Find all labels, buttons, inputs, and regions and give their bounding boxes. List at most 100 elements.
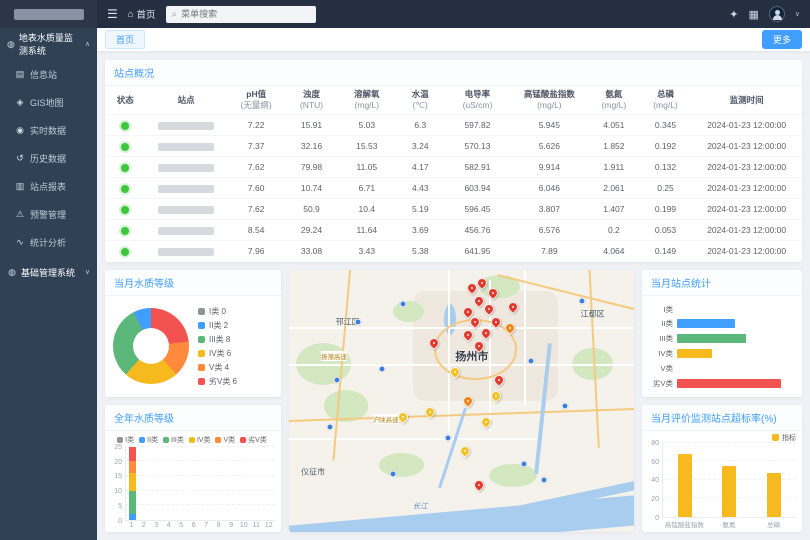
map-poi-marker[interactable] [355,319,362,326]
plot-area[interactable] [662,443,796,518]
map-poi-marker[interactable] [379,366,386,373]
sidebar-item-history[interactable]: ↺历史数据 [0,144,97,172]
sidebar-item-realtime[interactable]: ◉实时数据 [0,116,97,144]
map-poi-marker[interactable] [327,424,334,431]
value-bar[interactable] [767,473,781,517]
legend-item[interactable]: IV类 6 [198,348,237,359]
hbar-row: 劣V类 [646,377,792,390]
legend-item[interactable]: I类 0 [198,306,237,317]
plot-area[interactable] [125,447,275,521]
table-row[interactable]: 8.5429.2411.643.69456.766.5760.20.053202… [105,220,802,241]
stacked-bar[interactable] [178,447,185,520]
map-poi-marker[interactable] [334,376,341,383]
map-poi-marker[interactable] [444,434,451,441]
table-row[interactable]: 7.3732.1615.533.24570.135.6261.8520.1922… [105,136,802,157]
stacked-bar[interactable] [228,447,235,520]
map-pin-red[interactable] [474,296,484,306]
table-row[interactable]: 7.6279.9811.054.17582.919.9141.9110.1322… [105,157,802,178]
map-poi-marker[interactable] [562,403,569,410]
sidebar-item-gis[interactable]: ◈GIS地图 [0,88,97,116]
sidebar-group-basic-mgmt[interactable]: ◍ 基础管理系统 ∨ [0,256,97,288]
map-pin-red[interactable] [494,375,504,385]
stacked-bar[interactable] [129,447,136,520]
map-pin-red[interactable] [463,330,473,340]
map-pin-red[interactable] [470,317,480,327]
hbar-value-bar[interactable] [677,319,735,328]
panel-station-overview: 站点概况 状态站点pH值(无量纲)浊度(NTU)溶解氧(mg/L)水温(℃)电导… [105,60,802,262]
legend-item[interactable]: II类 2 [198,320,237,331]
hbar-value-bar[interactable] [677,349,712,358]
map-poi-marker[interactable] [541,476,548,483]
map-poi-marker[interactable] [389,471,396,478]
legend-item[interactable]: II类 [139,435,158,445]
badge-icon[interactable]: ✦ [729,8,738,21]
user-menu-chevron-down-icon[interactable]: ∨ [795,10,800,18]
map-pin-red[interactable] [481,328,491,338]
sidebar-item-report[interactable]: ▥站点报表 [0,172,97,200]
grid-icon[interactable]: ▦ [748,8,758,21]
breadcrumb[interactable]: ⌂ 首页 [128,7,156,21]
tab-home[interactable]: 首页 [105,30,145,49]
stacked-bar[interactable] [216,447,223,520]
map-pin-orange[interactable] [505,323,515,333]
stacked-bar[interactable] [253,447,260,520]
table-row[interactable]: 7.6010.746.714.43603.946.0462.0610.25202… [105,178,802,199]
map-pin-red[interactable] [508,302,518,312]
menu-search[interactable]: ⌕ [166,6,316,23]
sidebar-item-info[interactable]: ▤信息站 [0,60,97,88]
value-bar[interactable] [678,454,692,517]
more-button[interactable]: 更多 [762,30,802,49]
map-pin-red[interactable] [477,278,487,288]
map-poi-marker[interactable] [399,300,406,307]
sidebar-group-surface-water[interactable]: ◍ 地表水质量监测系统 ∧ [0,28,97,60]
table-row[interactable]: 7.2215.915.036.3597.825.9454.0510.345202… [105,115,802,136]
search-input[interactable] [181,9,309,19]
sidebar-item-label: 历史数据 [30,152,66,165]
map-pin-red[interactable] [474,341,484,351]
sidebar-item-stats[interactable]: ∿统计分析 [0,228,97,256]
hbar-value-bar[interactable] [677,334,746,343]
stacked-bar[interactable] [166,447,173,520]
sidebar-item-warning[interactable]: ⚠预警管理 [0,200,97,228]
value-bar[interactable] [722,466,736,517]
map-pin-red[interactable] [484,304,494,314]
map-pin-red[interactable] [491,317,501,327]
legend-item[interactable]: III类 8 [198,334,237,345]
table-row[interactable]: 7.6250.910.45.19596.453.8071.4070.199202… [105,199,802,220]
map-canvas[interactable]: 扬州市邗江区江都区仪征市沪陕高速扬溧高速长江 [289,270,634,532]
map-pin-red[interactable] [429,338,439,348]
map-pin-yellow[interactable] [425,407,435,417]
map-pin-red[interactable] [488,288,498,298]
map-pin-red[interactable] [474,480,484,490]
legend-item[interactable]: IV类 [189,435,211,445]
legend-item[interactable]: V类 [215,435,235,445]
avatar[interactable] [769,6,785,22]
map-pin-orange[interactable] [463,396,473,406]
stacked-bar[interactable] [265,447,272,520]
legend-item[interactable]: III类 [163,435,184,445]
legend-item[interactable]: V类 4 [198,362,237,373]
map-pin-yellow[interactable] [481,417,491,427]
hbar-value-bar[interactable] [677,379,781,388]
map-pin-yellow[interactable] [398,412,408,422]
donut-chart[interactable] [113,308,189,384]
map-poi-marker[interactable] [527,358,534,365]
map-poi-marker[interactable] [579,298,586,305]
map-pin-red[interactable] [463,307,473,317]
stacked-bar[interactable] [141,447,148,520]
map-pin-yellow[interactable] [450,367,460,377]
stacked-bar[interactable] [241,447,248,520]
table-row[interactable]: 7.9633.083.435.38641.957.894.0640.149202… [105,241,802,262]
status-cell [105,115,146,136]
map-pin-yellow[interactable] [460,446,470,456]
stacked-bar[interactable] [154,447,161,520]
map-poi-marker[interactable] [520,460,527,467]
map-pin-yellow[interactable] [491,391,501,401]
map-label-district: 江都区 [581,309,605,320]
map-pin-red[interactable] [467,283,477,293]
menu-toggle-icon[interactable]: ☰ [107,7,118,21]
stacked-bar[interactable] [191,447,198,520]
stacked-bar[interactable] [203,447,210,520]
legend-item[interactable]: 劣V类 6 [198,376,237,387]
legend-item[interactable]: 劣V类 [240,435,267,445]
